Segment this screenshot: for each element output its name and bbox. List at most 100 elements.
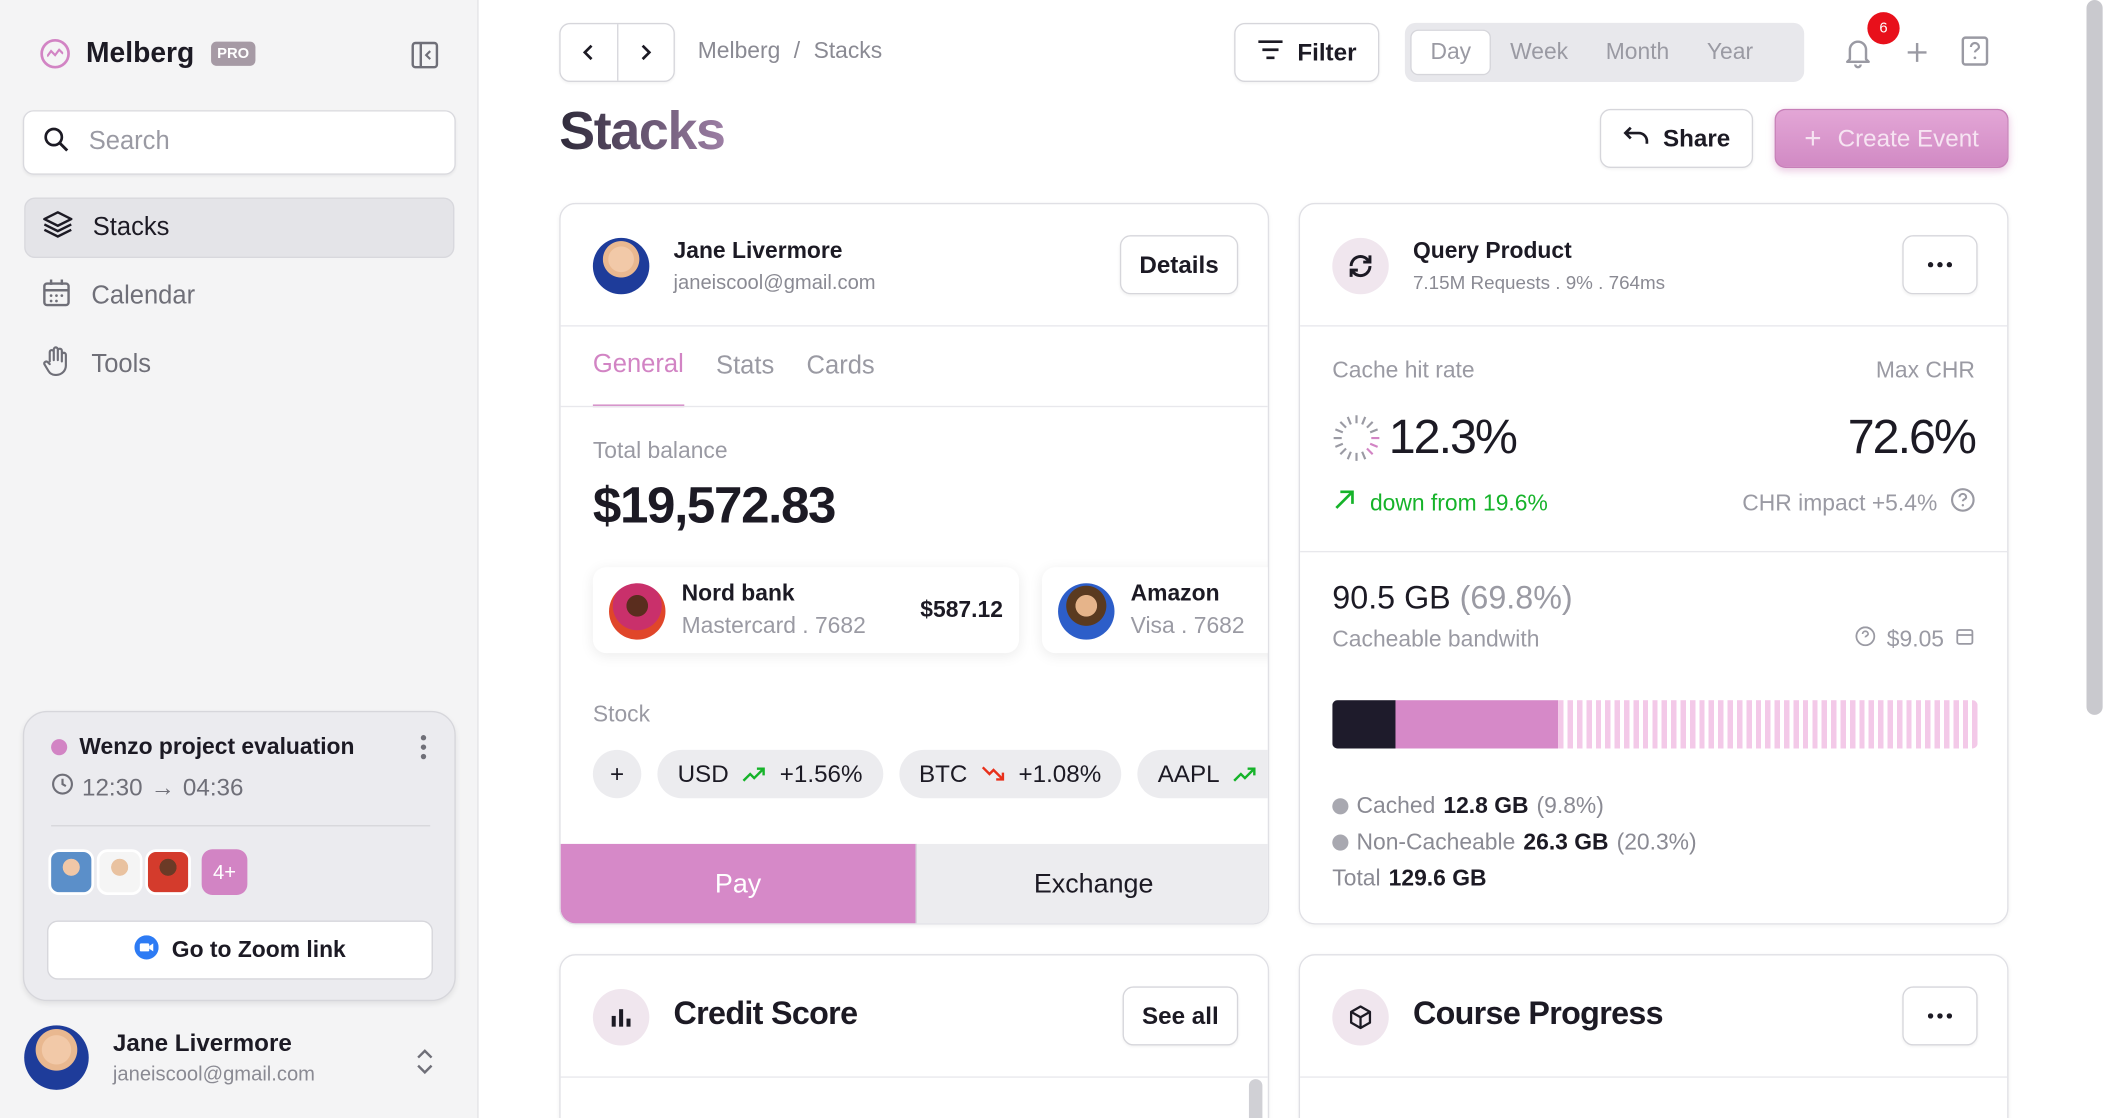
- brand[interactable]: Melberg PRO: [40, 38, 256, 70]
- impact-row: CHR impact +5.4%: [1742, 488, 1975, 519]
- breadcrumb-item[interactable]: Stacks: [814, 38, 883, 65]
- filter-button[interactable]: Filter: [1234, 22, 1380, 82]
- bank-card-nord[interactable]: Nord bank Mastercard . 7682 $587.12: [592, 567, 1020, 654]
- bar-segment-cached: [1332, 700, 1396, 749]
- sidebar: Melberg PRO Stacks Calendar: [0, 0, 479, 1118]
- sidebar-item-calendar[interactable]: Calendar: [24, 266, 454, 326]
- bank-amount: $587.12: [920, 596, 1003, 623]
- layers-icon: [42, 208, 74, 248]
- sidebar-item-stacks[interactable]: Stacks: [24, 197, 455, 259]
- more-vertical-icon[interactable]: [419, 734, 427, 768]
- breadcrumb-item[interactable]: Melberg: [698, 38, 781, 65]
- arrow-right-icon: →: [150, 773, 175, 801]
- cache-hit-label: Cache hit rate: [1332, 357, 1475, 383]
- card-header: Credit Score See all: [560, 955, 1268, 1078]
- pay-button[interactable]: Pay: [560, 843, 916, 924]
- calendar-icon[interactable]: [1955, 626, 1975, 653]
- page-title: Stacks: [559, 102, 726, 162]
- bar-segment-remaining: [1558, 700, 1978, 749]
- avatar: [1058, 583, 1115, 640]
- total-balance: $19,572.83: [592, 478, 837, 535]
- stock-label: Stock: [592, 701, 651, 727]
- bell-icon[interactable]: [1842, 35, 1874, 77]
- stock-change: +1.08%: [1018, 759, 1102, 787]
- divider: [51, 825, 431, 827]
- help-circle-icon[interactable]: [1950, 488, 1975, 519]
- scrollbar[interactable]: [1248, 1079, 1263, 1118]
- cube-icon: [1332, 989, 1389, 1046]
- range-week[interactable]: Week: [1491, 30, 1587, 76]
- avatar: [24, 1025, 89, 1090]
- bank-card-amazon[interactable]: Amazon Visa . 7682: [1041, 567, 1268, 654]
- chevron-up-down-icon[interactable]: [414, 1045, 436, 1084]
- exchange-button[interactable]: Exchange: [915, 843, 1268, 924]
- breadcrumb-separator: /: [793, 37, 801, 64]
- event-dot: [51, 739, 68, 756]
- credit-score-title: Credit Score: [673, 995, 858, 1033]
- plus-icon: +: [1804, 120, 1822, 155]
- avatar[interactable]: [145, 849, 191, 895]
- trend-up-icon: [742, 760, 766, 788]
- bandwidth-percent: (69.8%): [1459, 580, 1573, 617]
- zoom-link-label: Go to Zoom link: [171, 936, 346, 963]
- sidebar-item-label: Calendar: [91, 281, 196, 310]
- bandwidth-value: 90.5 GB (69.8%): [1332, 581, 1572, 619]
- trend-up-icon: [1233, 760, 1257, 788]
- divider: [1300, 550, 2008, 553]
- trend-text: down from 19.6%: [1369, 489, 1548, 516]
- add-stock-button[interactable]: +: [592, 749, 642, 799]
- user-profile[interactable]: Jane Livermore janeiscool@gmail.com: [24, 1025, 315, 1090]
- trend-down-icon: [981, 760, 1005, 788]
- account-card: Jane Livermore janeiscool@gmail.com Deta…: [559, 202, 1270, 925]
- video-camera-icon: [134, 934, 159, 966]
- legend-percent: (20.3%): [1616, 829, 1697, 855]
- back-button[interactable]: [561, 24, 618, 81]
- forward-button[interactable]: [618, 24, 674, 80]
- stock-symbol: BTC: [919, 759, 968, 787]
- tab-cards[interactable]: Cards: [807, 327, 875, 408]
- event-start: 12:30: [82, 773, 143, 801]
- clock-icon: [51, 773, 74, 803]
- more-options-button[interactable]: [1902, 235, 1978, 295]
- sidebar-item-tools[interactable]: Tools: [24, 335, 454, 395]
- see-all-button[interactable]: See all: [1122, 986, 1239, 1046]
- search-box[interactable]: [22, 110, 456, 175]
- legend-value: 12.8 GB: [1443, 792, 1529, 819]
- avatar[interactable]: [48, 849, 95, 895]
- query-title: Query Product: [1412, 237, 1572, 264]
- legend-percent: (9.8%): [1536, 792, 1604, 819]
- bank-name: Amazon: [1130, 580, 1220, 607]
- range-year[interactable]: Year: [1688, 30, 1772, 76]
- legend-dot: [1332, 798, 1349, 815]
- legend-value: 129.6 GB: [1388, 865, 1487, 891]
- stock-chip-aapl[interactable]: AAPL +: [1137, 749, 1268, 799]
- tab-stats[interactable]: Stats: [716, 327, 774, 408]
- avatar[interactable]: [96, 849, 143, 895]
- collapse-sidebar-icon[interactable]: [410, 40, 440, 70]
- create-event-button[interactable]: + Create Event: [1774, 108, 2009, 168]
- search-input[interactable]: [88, 127, 412, 158]
- zoom-link-button[interactable]: Go to Zoom link: [47, 920, 433, 980]
- page-scrollbar[interactable]: [2086, 0, 2103, 715]
- card-header: Query Product 7.15M Requests . 9% . 764m…: [1300, 204, 2008, 327]
- help-circle-icon[interactable]: [1856, 626, 1876, 653]
- details-button[interactable]: Details: [1119, 235, 1239, 295]
- share-button[interactable]: Share: [1599, 108, 1754, 168]
- more-attendees-badge[interactable]: 4+: [201, 849, 248, 895]
- event-end: 04:36: [182, 773, 244, 801]
- spinner-icon: [1332, 414, 1380, 469]
- help-icon[interactable]: [1960, 35, 1990, 77]
- filter-label: Filter: [1297, 38, 1357, 66]
- stock-chip-usd[interactable]: USD +1.56%: [657, 749, 883, 799]
- stock-chip-btc[interactable]: BTC +1.08%: [898, 749, 1122, 799]
- tab-general[interactable]: General: [592, 327, 684, 408]
- breadcrumb: Melberg / Stacks: [698, 38, 882, 65]
- calendar-icon: [40, 276, 72, 316]
- attendee-avatars: 4+: [48, 849, 248, 895]
- range-day[interactable]: Day: [1410, 29, 1492, 76]
- more-options-button[interactable]: [1902, 986, 1978, 1046]
- plus-icon[interactable]: [1904, 39, 1931, 73]
- bar-segment-noncacheable: [1395, 700, 1559, 749]
- range-month[interactable]: Month: [1587, 30, 1688, 76]
- bank-card-info: Mastercard . 7682: [681, 612, 866, 639]
